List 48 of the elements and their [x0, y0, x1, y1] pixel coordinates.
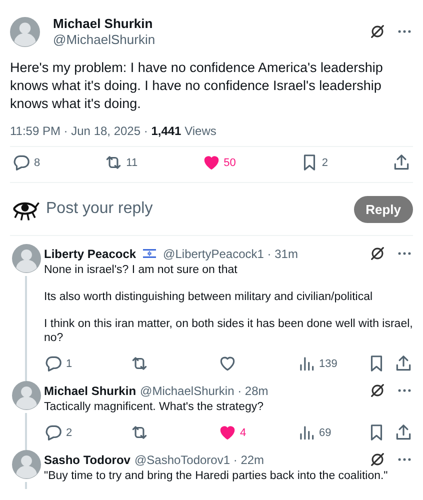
- avatar[interactable]: [12, 450, 40, 479]
- action-count: 50: [224, 156, 236, 168]
- bar-chart-icon[interactable]: [297, 423, 316, 442]
- action-count: 69: [319, 426, 332, 438]
- speech-bubble-icon[interactable]: [44, 423, 63, 442]
- heart-icon[interactable]: [218, 423, 237, 442]
- reply-text: Tactically magnificent. What's the strategy?: [44, 400, 265, 414]
- speech-bubble-icon[interactable]: [12, 153, 31, 172]
- author-name[interactable]: Sasho Todorov: [44, 452, 130, 466]
- action-count: 1: [66, 358, 72, 370]
- heart-icon[interactable]: [202, 153, 221, 172]
- share-icon[interactable]: [394, 423, 413, 442]
- reply-input[interactable]: Post your reply: [46, 200, 354, 218]
- avatar[interactable]: [10, 16, 40, 46]
- bar-chart-icon[interactable]: [297, 354, 316, 373]
- slashed-circle-icon[interactable]: [369, 451, 386, 468]
- action-count: 2: [66, 426, 72, 438]
- reply-text: Its also worth distinguishing between military and civilian/political: [44, 290, 374, 304]
- author-handle[interactable]: @MichaelShurkin: [53, 32, 369, 47]
- author-handle[interactable]: @MichaelShurkin · 28m: [140, 384, 268, 398]
- repost-icon[interactable]: [104, 153, 124, 172]
- reply-text: I think on this iran matter, on both sides it has been done well with israel, no?: [44, 317, 413, 345]
- post-text: Here's my problem: I have no confidence America's leadership knows what it's doing. I have no confidence Israel's leadership knows what it's doing.: [10, 59, 384, 113]
- avatar[interactable]: [12, 381, 40, 410]
- author-handle[interactable]: @LibertyPeacock1 · 31m: [163, 246, 298, 260]
- slashed-circle-icon[interactable]: [369, 245, 386, 262]
- action-count: 2: [322, 156, 328, 168]
- repost-icon[interactable]: [130, 423, 149, 442]
- author-name[interactable]: Liberty Peacock: [44, 246, 136, 260]
- reply-text: None in israel's? I am not sure on that: [44, 263, 238, 277]
- slashed-circle-icon[interactable]: [369, 382, 386, 399]
- slashed-circle-icon[interactable]: [369, 23, 386, 40]
- reply-button[interactable]: Reply: [354, 196, 413, 222]
- post-timestamp: 11:59 PM · Jun 18, 2025 · 1,441 Views: [10, 124, 413, 147]
- avatar[interactable]: [12, 244, 40, 273]
- action-count: 4: [240, 426, 246, 438]
- author-handle[interactable]: @SashoTodorov1 · 22m: [134, 452, 264, 466]
- reply-text: "Buy time to try and bring the Haredi parties back into the coalition.": [44, 469, 389, 483]
- speech-bubble-icon[interactable]: [44, 354, 63, 373]
- action-count: 139: [319, 358, 338, 370]
- action-count: 8: [34, 156, 40, 168]
- share-icon[interactable]: [392, 153, 411, 172]
- repost-icon[interactable]: [130, 354, 149, 373]
- author-name[interactable]: Michael Shurkin: [44, 384, 136, 398]
- author-name[interactable]: Michael Shurkin: [53, 16, 369, 31]
- heart-icon[interactable]: [218, 354, 237, 373]
- action-count: 11: [126, 156, 138, 168]
- share-icon[interactable]: [394, 354, 413, 373]
